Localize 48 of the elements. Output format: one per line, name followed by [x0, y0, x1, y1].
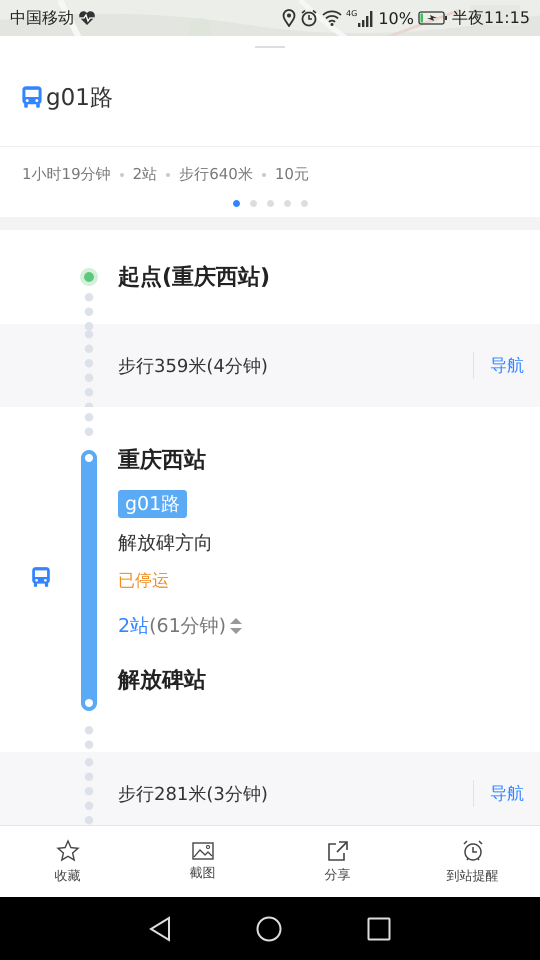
page-dot[interactable]	[232, 200, 240, 207]
share-icon	[326, 840, 348, 862]
route-summary-item: 步行640米	[179, 165, 253, 184]
separator-dot	[120, 172, 124, 176]
route-title: g01路	[46, 84, 113, 112]
heartbeat-icon	[78, 10, 96, 26]
bus-icon	[30, 566, 52, 588]
start-marker	[80, 268, 98, 286]
walk-info: 步行359米(4分钟)	[118, 354, 268, 378]
image-icon	[192, 842, 214, 860]
separator-dot	[166, 172, 170, 176]
battery-level: 10%	[378, 8, 414, 28]
page-dot[interactable]	[266, 200, 274, 207]
star-icon	[56, 838, 80, 862]
route-summary-item: 10元	[274, 165, 309, 184]
stops-toggle[interactable]: 2站(61分钟)	[118, 613, 540, 639]
battery-charging-icon	[418, 10, 448, 26]
toolbar-button[interactable]: 分享	[270, 826, 405, 897]
network-type: 4G	[346, 10, 358, 18]
location-icon	[282, 9, 296, 27]
clock-time: 半夜11:15	[452, 8, 530, 28]
toolbar-button[interactable]: 收藏	[0, 826, 135, 897]
expand-icon	[228, 615, 244, 637]
service-status: 已停运	[118, 570, 170, 592]
line-badge: g01路	[118, 490, 188, 518]
bus-icon	[20, 85, 44, 109]
direction-text: 解放碑方向	[118, 531, 214, 556]
separator-dot	[262, 172, 266, 176]
back-icon[interactable]	[149, 916, 171, 942]
page-dot[interactable]	[250, 200, 256, 207]
wifi-icon	[322, 10, 342, 26]
route-summary-item: 1小时19分钟	[22, 165, 111, 184]
alarm-clock-icon	[460, 838, 484, 862]
signal-icon	[358, 10, 374, 26]
page-dot[interactable]	[284, 200, 290, 207]
alarm-icon	[300, 9, 318, 27]
toolbar-button[interactable]: 到站提醒	[405, 826, 540, 897]
recents-icon[interactable]	[367, 916, 391, 940]
boarding-stop: 重庆西站	[118, 447, 207, 475]
drag-handle[interactable]	[255, 46, 285, 48]
walk-info: 步行281米(3分钟)	[118, 782, 268, 806]
carrier-name: 中国移动	[10, 8, 74, 28]
route-summary-item: 2站	[132, 165, 158, 184]
page-dot[interactable]	[300, 200, 308, 207]
toolbar-button[interactable]: 截图	[135, 826, 270, 897]
home-icon[interactable]	[256, 916, 282, 942]
alighting-stop: 解放碑站	[118, 667, 207, 695]
start-point: 起点(重庆西站)	[118, 264, 272, 292]
